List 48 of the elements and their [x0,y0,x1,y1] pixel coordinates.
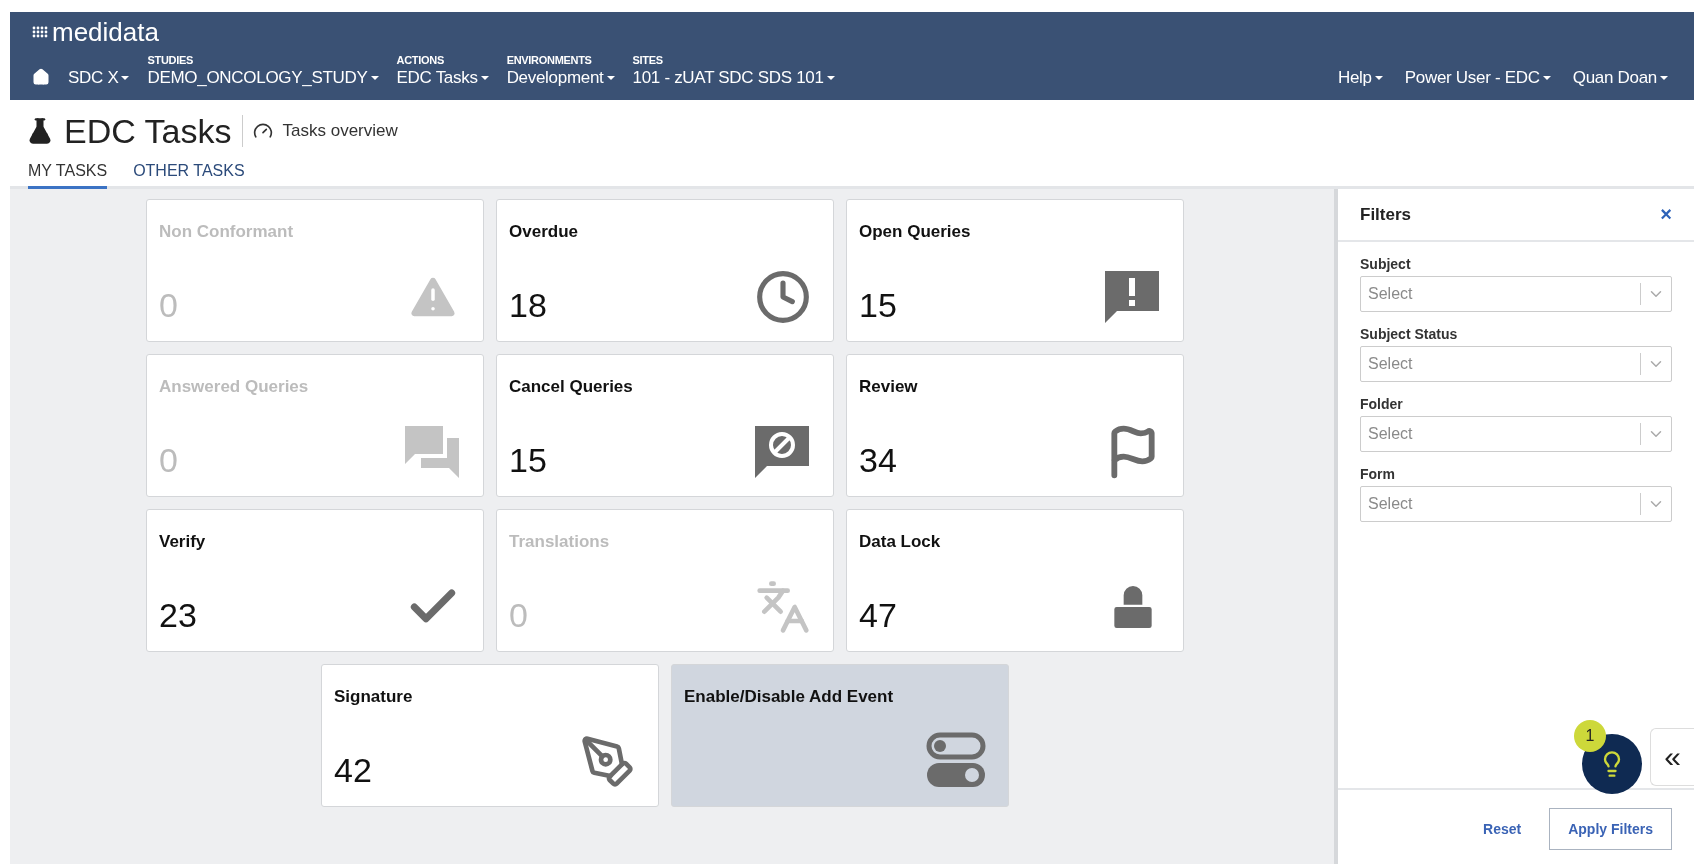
brand-logo: medidata [52,16,159,48]
reset-button[interactable]: Reset [1477,820,1528,838]
page-title: EDC Tasks [64,111,232,151]
select-field[interactable]: Select [1360,346,1672,382]
task-tile[interactable]: Overdue 18 [496,199,834,342]
task-tile[interactable]: Cancel Queries 15 [496,354,834,497]
dots-grid-icon [32,26,48,38]
chat-bubbles-icon [403,424,461,480]
task-tile[interactable]: Open Queries 15 [846,199,1184,342]
select-field[interactable]: Select [1360,276,1672,312]
toggles-icon [926,730,986,790]
nav-caption: ACTIONS [396,54,445,68]
nav-dropdown[interactable]: DEMO_ONCOLOGY_STUDY [147,68,379,88]
notification-badge: 1 [1574,720,1606,752]
task-tile[interactable]: Signature 42 [321,664,659,807]
nav-caption: ENVIRONMENTS [506,54,593,68]
task-tile[interactable]: Review 34 [846,354,1184,497]
nav-caption: STUDIES [147,54,195,68]
clock-icon [755,269,811,325]
nav-dropdown[interactable]: Development [506,68,615,88]
pen-nib-icon [580,734,636,790]
user-menu-dropdown[interactable]: Quan Doan [1572,68,1668,88]
collapse-button[interactable]: « [1650,728,1694,786]
select-field[interactable]: Select [1360,416,1672,452]
cancel-bubble-icon [753,424,811,480]
field-label: Folder [1360,396,1404,412]
field-label: Subject Status [1360,326,1459,342]
field-label: Form [1360,466,1396,482]
task-tile[interactable]: Enable/Disable Add Event [671,664,1009,807]
gauge-icon [252,121,273,141]
nav-dropdown[interactable]: EDC Tasks [396,68,489,88]
nav-caption: SITES [632,54,664,68]
select-field[interactable]: Select [1360,486,1672,522]
task-tile[interactable]: Verify 23 [146,509,484,652]
translate-icon [755,579,811,635]
apply-filters-button[interactable]: Apply Filters [1549,808,1672,850]
home-icon[interactable] [32,68,50,86]
user-menu-dropdown[interactable]: Power User - EDC [1404,68,1551,88]
nav-dropdown[interactable]: SDC X [68,68,130,88]
page-subtitle: Tasks overview [282,121,398,141]
panel-title: Filters [1360,204,1412,225]
field-label: Subject [1360,256,1412,272]
nav-dropdown[interactable]: 101 - zUAT SDC SDS 101 [632,68,835,88]
close-button[interactable]: × [1660,203,1672,226]
task-tile[interactable]: Data Lock 47 [846,509,1184,652]
user-menu-dropdown[interactable]: Help [1337,68,1383,88]
exclamation-bubble-icon [1103,269,1161,325]
tab[interactable]: OTHER TASKS [133,162,245,189]
